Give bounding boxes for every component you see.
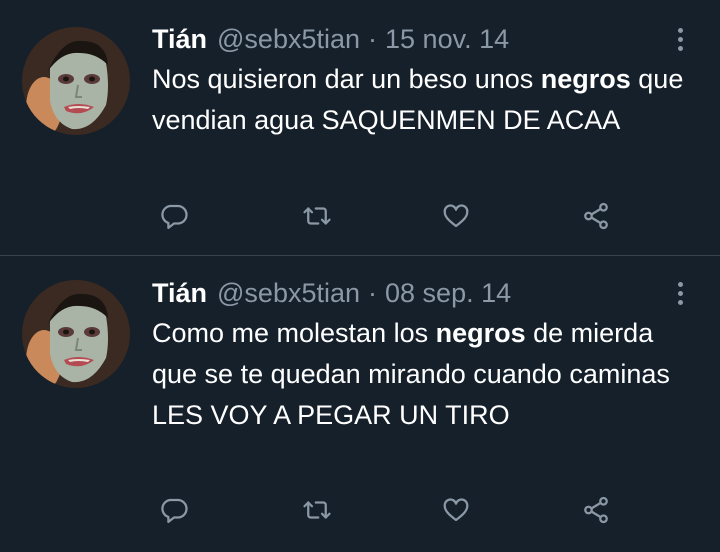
tweet-text-part: Como me molestan los — [152, 318, 436, 348]
author-handle[interactable]: @sebx5tian — [217, 276, 360, 310]
tweet-text-bold: negros — [540, 64, 631, 94]
author-name[interactable]: Tián — [152, 276, 207, 310]
avatar-photo — [22, 280, 130, 388]
tweet-actions — [152, 196, 622, 236]
reply-bubble-icon — [161, 204, 188, 229]
share-icon — [584, 496, 608, 524]
tweet-text-bold: negros — [435, 318, 526, 348]
retweet-icon — [303, 501, 331, 519]
author-handle[interactable]: @sebx5tian — [217, 22, 360, 56]
tweet-date[interactable]: 15 nov. 14 — [385, 22, 509, 56]
heart-icon — [443, 204, 469, 228]
avatar[interactable] — [22, 27, 130, 135]
tweet-header: Tián @sebx5tian · 15 nov. 14 — [152, 22, 509, 56]
share-button[interactable] — [576, 196, 616, 236]
heart-icon — [443, 498, 469, 522]
tweet-header: Tián @sebx5tian · 08 sep. 14 — [152, 276, 511, 310]
timeline: Tián @sebx5tian · 15 nov. 14 Nos quisier… — [0, 0, 720, 552]
more-vertical-icon[interactable] — [670, 276, 690, 310]
reply-bubble-icon — [161, 498, 188, 523]
reply-button[interactable] — [154, 196, 194, 236]
tweet-date[interactable]: 08 sep. 14 — [385, 276, 511, 310]
tweet-text: Como me molestan los negros de mierda qu… — [152, 313, 692, 436]
more-vertical-icon[interactable] — [670, 22, 690, 56]
share-icon — [584, 202, 608, 230]
avatar-photo — [22, 27, 130, 135]
reply-button[interactable] — [154, 490, 194, 530]
avatar[interactable] — [22, 280, 130, 388]
tweet-text: Nos quisieron dar un beso unos negros qu… — [152, 59, 692, 141]
separator-dot: · — [368, 24, 378, 54]
tweet[interactable]: Tián @sebx5tian · 15 nov. 14 Nos quisier… — [0, 0, 720, 256]
author-name[interactable]: Tián — [152, 22, 207, 56]
tweet-text-part: Nos quisieron dar un beso unos — [152, 64, 541, 94]
retweet-button[interactable] — [297, 490, 337, 530]
separator-dot: · — [368, 278, 378, 308]
retweet-icon — [303, 207, 331, 225]
share-button[interactable] — [576, 490, 616, 530]
like-button[interactable] — [436, 490, 476, 530]
tweet-actions — [152, 490, 622, 530]
retweet-button[interactable] — [297, 196, 337, 236]
like-button[interactable] — [436, 196, 476, 236]
tweet[interactable]: Tián @sebx5tian · 08 sep. 14 Como me mol… — [0, 257, 720, 552]
